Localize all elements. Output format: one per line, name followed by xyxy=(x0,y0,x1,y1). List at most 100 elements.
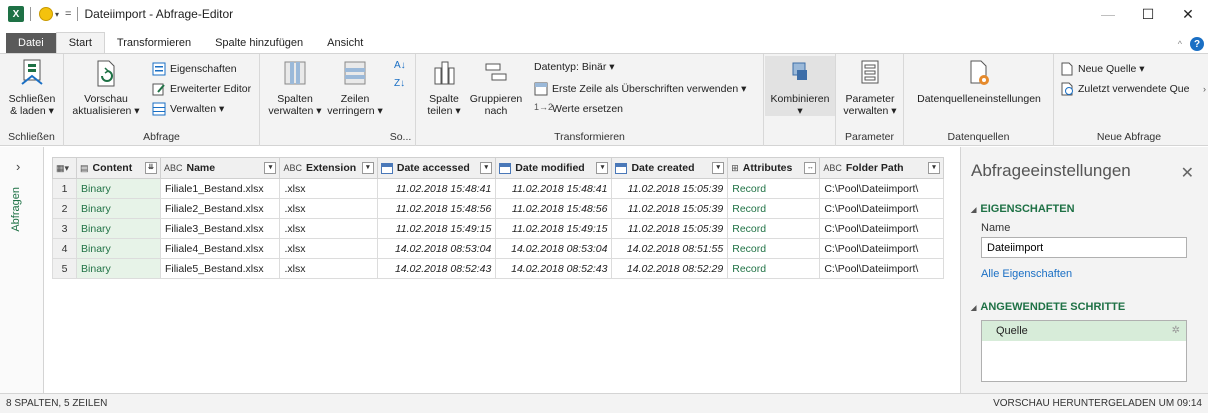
expand-record-icon[interactable]: ↔ xyxy=(804,162,817,174)
cell-created[interactable]: 11.02.2018 15:05:39 xyxy=(611,198,729,219)
cell-folder[interactable]: C:\Pool\Dateiimport\ xyxy=(819,178,944,199)
record-type-icon[interactable]: ⊞ xyxy=(731,163,739,174)
help-icon[interactable]: ? xyxy=(1190,37,1204,51)
recent-sources-button[interactable]: Zuletzt verwendete Que xyxy=(1060,80,1189,98)
cell-accessed[interactable]: 11.02.2018 15:48:41 xyxy=(376,178,497,199)
close-window-button[interactable]: ✕ xyxy=(1168,0,1208,28)
cell-content[interactable]: Binary xyxy=(76,258,161,279)
cell-created[interactable]: 11.02.2018 15:05:39 xyxy=(611,218,729,239)
table-row[interactable]: 5 Binary Filiale5_Bestand.xlsx .xlsx 14.02.2… xyxy=(51,258,944,279)
row-number[interactable]: 1 xyxy=(51,178,78,199)
tab-start[interactable]: Start xyxy=(55,32,105,53)
table-row[interactable]: 4 Binary Filiale4_Bestand.xlsx .xlsx 14.02.2… xyxy=(51,238,944,259)
cell-content[interactable]: Binary xyxy=(76,238,161,259)
cell-attributes[interactable]: Record xyxy=(727,238,821,259)
cell-attributes[interactable]: Record xyxy=(727,198,821,219)
all-properties-link[interactable]: Alle Eigenschaften xyxy=(981,268,1072,280)
cell-name[interactable]: Filiale2_Bestand.xlsx xyxy=(159,198,281,219)
cell-folder[interactable]: C:\Pool\Dateiimport\ xyxy=(819,258,944,279)
quick-access-dropdown-icon[interactable]: = xyxy=(65,8,71,20)
cell-attributes[interactable]: Record xyxy=(727,258,821,279)
text-type-icon[interactable]: ABC xyxy=(164,163,183,173)
gear-icon[interactable]: ✲ xyxy=(1172,325,1180,336)
close-pane-icon[interactable]: ✕ xyxy=(1181,163,1194,183)
filter-dropdown-icon[interactable]: ▾ xyxy=(361,162,374,174)
cell-name[interactable]: Filiale3_Bestand.xlsx xyxy=(159,218,281,239)
column-header-attributes[interactable]: ⊞ Attributes ↔ xyxy=(727,157,821,179)
cell-ext[interactable]: .xlsx xyxy=(279,238,378,259)
table-menu-icon[interactable]: ▦▾ xyxy=(56,163,69,174)
cell-content[interactable]: Binary xyxy=(76,198,161,219)
binary-type-icon[interactable]: ▤ xyxy=(80,163,89,174)
cell-ext[interactable]: .xlsx xyxy=(279,178,378,199)
cell-attributes[interactable]: Record xyxy=(727,218,821,239)
collapse-triangle-icon[interactable]: ◢ xyxy=(971,207,976,214)
row-number[interactable]: 4 xyxy=(51,238,78,259)
split-column-button[interactable]: Spalte teilen ▾ xyxy=(424,58,464,117)
tab-spalte-hinzufuegen[interactable]: Spalte hinzufügen xyxy=(203,33,315,53)
row-number[interactable]: 5 xyxy=(51,258,78,279)
tab-ansicht[interactable]: Ansicht xyxy=(315,33,375,53)
table-row[interactable]: 1 Binary Filiale1_Bestand.xlsx .xlsx 11.02.2… xyxy=(51,178,944,199)
filter-dropdown-icon[interactable]: ▾ xyxy=(712,162,725,174)
maximize-button[interactable]: ☐ xyxy=(1128,0,1168,28)
cell-folder[interactable]: C:\Pool\Dateiimport\ xyxy=(819,198,944,219)
group-by-button[interactable]: Gruppieren nach xyxy=(468,58,524,117)
cell-modified[interactable]: 11.02.2018 15:48:56 xyxy=(495,198,613,219)
data-source-settings-button[interactable]: Datenquelleneinstellungen xyxy=(908,58,1050,105)
data-type-dropdown[interactable]: Datentyp: Binär ▾ xyxy=(534,58,615,76)
text-type-icon[interactable]: ABC xyxy=(283,163,302,173)
cell-attributes[interactable]: Record xyxy=(727,178,821,199)
datetime-type-icon[interactable] xyxy=(380,162,393,174)
collapse-ribbon-icon[interactable]: ^ xyxy=(1178,39,1182,49)
manage-columns-button[interactable]: Spalten verwalten ▾ xyxy=(266,58,324,117)
reduce-rows-button[interactable]: Zeilen verringern ▾ xyxy=(324,58,386,117)
properties-section-header[interactable]: ◢ EIGENSCHAFTEN xyxy=(971,203,1075,215)
row-number[interactable]: 3 xyxy=(51,218,78,239)
smiley-feedback-icon[interactable] xyxy=(39,7,53,21)
cell-created[interactable]: 14.02.2018 08:51:55 xyxy=(611,238,729,259)
cell-name[interactable]: Filiale5_Bestand.xlsx xyxy=(159,258,281,279)
column-header-extension[interactable]: ABC Extension ▾ xyxy=(279,157,378,179)
replace-values-button[interactable]: 1→2 Werte ersetzen xyxy=(534,100,623,118)
table-menu-cell[interactable]: ▦▾ xyxy=(51,157,78,179)
cell-modified[interactable]: 14.02.2018 08:52:43 xyxy=(495,258,613,279)
minimize-button[interactable]: — xyxy=(1088,0,1128,28)
cell-modified[interactable]: 11.02.2018 15:48:41 xyxy=(495,178,613,199)
properties-button[interactable]: Eigenschaften xyxy=(152,60,237,78)
table-row[interactable]: 3 Binary Filiale3_Bestand.xlsx .xlsx 11.02.2… xyxy=(51,218,944,239)
step-item-quelle[interactable]: Quelle ✲ xyxy=(982,321,1186,341)
column-header-folder-path[interactable]: ABC Folder Path ▾ xyxy=(819,157,944,179)
cell-accessed[interactable]: 11.02.2018 15:49:15 xyxy=(376,218,497,239)
datetime-type-icon[interactable] xyxy=(615,162,628,174)
cell-ext[interactable]: .xlsx xyxy=(279,218,378,239)
filter-dropdown-icon[interactable]: ▾ xyxy=(596,162,609,174)
combine-button[interactable]: Kombinieren ▾ xyxy=(766,58,834,117)
cell-accessed[interactable]: 14.02.2018 08:53:04 xyxy=(376,238,497,259)
ribbon-scroll-right-icon[interactable]: › xyxy=(1203,84,1206,94)
cell-modified[interactable]: 14.02.2018 08:53:04 xyxy=(495,238,613,259)
tab-datei[interactable]: Datei xyxy=(6,33,56,53)
column-header-date-accessed[interactable]: Date accessed ▾ xyxy=(376,157,497,179)
manage-button[interactable]: Verwalten ▾ xyxy=(152,100,224,118)
expand-binary-icon[interactable]: ⇊ xyxy=(144,162,157,174)
cell-content[interactable]: Binary xyxy=(76,178,161,199)
queries-sidebar-label[interactable]: Abfragen xyxy=(10,187,22,232)
cell-accessed[interactable]: 11.02.2018 15:48:56 xyxy=(376,198,497,219)
use-first-row-headers-button[interactable]: Erste Zeile als Überschriften verwenden … xyxy=(534,80,746,98)
row-number[interactable]: 2 xyxy=(51,198,78,219)
filter-dropdown-icon[interactable]: ▾ xyxy=(480,162,493,174)
column-header-date-created[interactable]: Date created ▾ xyxy=(611,157,729,179)
filter-dropdown-icon[interactable]: ▾ xyxy=(928,162,940,174)
cell-created[interactable]: 11.02.2018 15:05:39 xyxy=(611,178,729,199)
smiley-dropdown-icon[interactable]: ▾ xyxy=(55,10,59,19)
column-header-name[interactable]: ABC Name ▾ xyxy=(159,157,281,179)
sort-descending-button[interactable]: Z↓ xyxy=(394,76,405,90)
collapse-triangle-icon[interactable]: ◢ xyxy=(971,305,976,312)
cell-created[interactable]: 14.02.2018 08:52:29 xyxy=(611,258,729,279)
cell-folder[interactable]: C:\Pool\Dateiimport\ xyxy=(819,238,944,259)
query-name-input[interactable] xyxy=(981,237,1187,258)
manage-parameters-button[interactable]: Parameter verwalten ▾ xyxy=(840,58,900,117)
close-and-load-button[interactable]: Schließen & laden ▾ xyxy=(6,58,58,117)
cell-ext[interactable]: .xlsx xyxy=(279,258,378,279)
